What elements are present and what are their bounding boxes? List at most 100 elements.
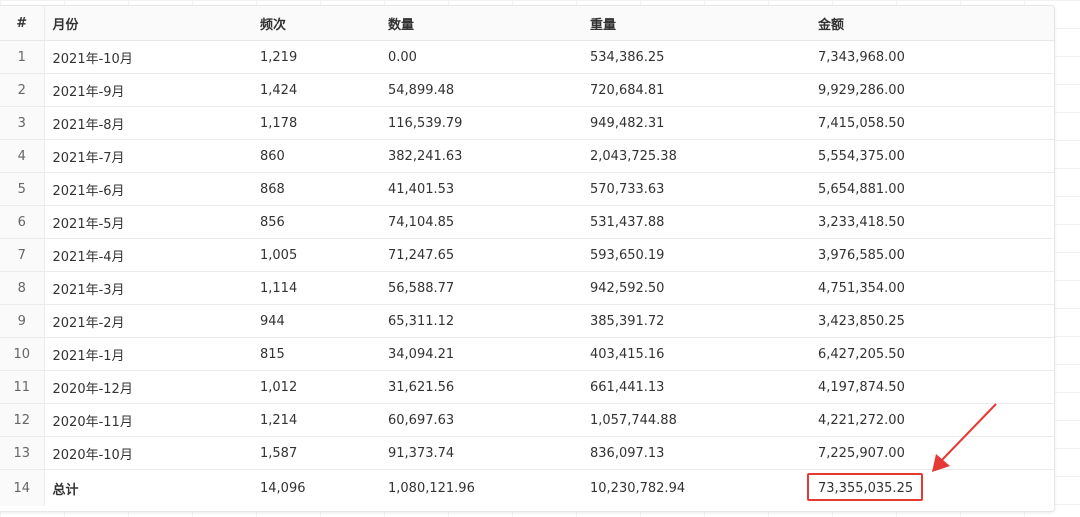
cell-weight: 403,415.16 [582,337,810,371]
cell-frequency: 815 [252,337,380,371]
cell-amount: 3,233,418.50 [810,205,1054,239]
total-quantity: 1,080,121.96 [388,480,475,496]
table-row[interactable]: 13 2020年-10月 1,587 91,373.74 836,097.13 7,225… [0,436,1054,470]
total-label: 总计 [52,482,79,498]
cell-month: 2021年-5月 [44,205,252,239]
table-header: # 月份 频次 数量 重量 金额 [0,6,1054,41]
total-amount: 73,355,035.25 [818,480,914,496]
header-row: # 月份 频次 数量 重量 金额 [0,6,1054,41]
cell-month: 2020年-10月 [44,436,252,470]
cell-quantity: 91,373.74 [380,436,582,470]
cell-frequency: 1,012 [252,370,380,404]
cell-frequency: 1,424 [252,73,380,107]
monthly-summary-table: # 月份 频次 数量 重量 金额 1 2021年-10月 1,219 0.00 534,… [0,6,1054,506]
cell-amount: 9,929,286.00 [810,73,1054,107]
cell-weight: 836,097.13 [582,436,810,470]
cell-amount: 4,197,874.50 [810,370,1054,404]
row-index: 11 [0,370,45,404]
cell-month: 2021年-9月 [44,73,252,107]
cell-amount: 6,427,205.50 [810,337,1054,371]
cell-frequency: 868 [252,172,380,206]
table-row[interactable]: 7 2021年-4月 1,005 71,247.65 593,650.19 3,976,5… [0,238,1054,272]
table-row[interactable]: 1 2021年-10月 1,219 0.00 534,386.25 7,343,968.0… [0,40,1054,74]
row-index: 12 [0,403,45,437]
cell-frequency: 1,587 [252,436,380,470]
cell-weight: 593,650.19 [582,238,810,272]
cell-weight: 942,592.50 [582,271,810,305]
cell-weight: 534,386.25 [582,40,810,74]
cell-quantity: 116,539.79 [380,106,582,140]
cell-frequency: 856 [252,205,380,239]
cell-quantity: 71,247.65 [380,238,582,272]
cell-month: 2021年-4月 [44,238,252,272]
cell-amount: 7,415,058.50 [810,106,1054,140]
table-row[interactable]: 5 2021年-6月 868 41,401.53 570,733.63 5,654,881… [0,172,1054,206]
data-table-card: # 月份 频次 数量 重量 金额 1 2021年-10月 1,219 0.00 534,… [0,5,1055,512]
cell-month: 2021年-2月 [44,304,252,338]
cell-frequency: 1,219 [252,40,380,74]
table-row[interactable]: 2 2021年-9月 1,424 54,899.48 720,684.81 9,929,2… [0,73,1054,107]
cell-weight: 720,684.81 [582,73,810,107]
row-index: 10 [0,337,45,371]
row-index: 14 [0,469,45,506]
cell-amount: 7,343,968.00 [810,40,1054,74]
cell-quantity: 60,697.63 [380,403,582,437]
cell-frequency: 1,114 [252,271,380,305]
cell-frequency: 860 [252,139,380,173]
cell-month: 2021年-7月 [44,139,252,173]
cell-amount: 3,976,585.00 [810,238,1054,272]
header-frequency[interactable]: 频次 [252,6,380,41]
row-index: 2 [0,73,45,107]
cell-month: 2020年-12月 [44,370,252,404]
cell-weight: 949,482.31 [582,106,810,140]
cell-frequency: 1,214 [252,403,380,437]
cell-frequency: 1,005 [252,238,380,272]
table-row[interactable]: 6 2021年-5月 856 74,104.85 531,437.88 3,233,418… [0,205,1054,239]
cell-month: 2021年-10月 [44,40,252,74]
table-row[interactable]: 9 2021年-2月 944 65,311.12 385,391.72 3,423,850… [0,304,1054,338]
row-index: 5 [0,172,45,206]
cell-weight: 385,391.72 [582,304,810,338]
cell-quantity: 382,241.63 [380,139,582,173]
red-arrow-annotation [932,403,997,472]
cell-frequency: 1,178 [252,106,380,140]
cell-quantity: 41,401.53 [380,172,582,206]
cell-month: 2021年-3月 [44,271,252,305]
table-row[interactable]: 4 2021年-7月 860 382,241.63 2,043,725.38 5,554,… [0,139,1054,173]
header-index: # [0,6,45,41]
row-index: 4 [0,139,45,173]
cell-quantity: 0.00 [380,40,582,74]
header-month[interactable]: 月份 [44,6,252,41]
cell-amount: 4,751,354.00 [810,271,1054,305]
row-index: 3 [0,106,45,140]
cell-quantity: 65,311.12 [380,304,582,338]
cell-quantity: 34,094.21 [380,337,582,371]
row-index: 9 [0,304,45,338]
table-row[interactable]: 8 2021年-3月 1,114 56,588.77 942,592.50 4,751,3… [0,271,1054,305]
table-row[interactable]: 10 2021年-1月 815 34,094.21 403,415.16 6,427,20… [0,337,1054,371]
header-amount[interactable]: 金额 [810,6,1054,41]
cell-weight: 531,437.88 [582,205,810,239]
table-row[interactable]: 3 2021年-8月 1,178 116,539.79 949,482.31 7,415,… [0,106,1054,140]
row-index: 1 [0,40,45,74]
cell-amount: 3,423,850.25 [810,304,1054,338]
cell-frequency: 944 [252,304,380,338]
cell-weight: 570,733.63 [582,172,810,206]
total-weight: 10,230,782.94 [590,480,686,496]
header-weight[interactable]: 重量 [582,6,810,41]
cell-weight: 661,441.13 [582,370,810,404]
cell-quantity: 56,588.77 [380,271,582,305]
table-row[interactable]: 12 2020年-11月 1,214 60,697.63 1,057,744.88 4,2… [0,403,1054,437]
row-index: 7 [0,238,45,272]
total-frequency: 14,096 [260,480,306,496]
cell-month: 2021年-1月 [44,337,252,371]
cell-month: 2021年-6月 [44,172,252,206]
cell-amount: 5,554,375.00 [810,139,1054,173]
cell-month: 2021年-8月 [44,106,252,140]
row-index: 13 [0,436,45,470]
row-index: 6 [0,205,45,239]
total-row: 14 总计 14,096 1,080,121.96 10,230,782.94 … [0,469,1054,506]
table-row[interactable]: 11 2020年-12月 1,012 31,621.56 661,441.13 4,197… [0,370,1054,404]
header-quantity[interactable]: 数量 [380,6,582,41]
cell-quantity: 31,621.56 [380,370,582,404]
